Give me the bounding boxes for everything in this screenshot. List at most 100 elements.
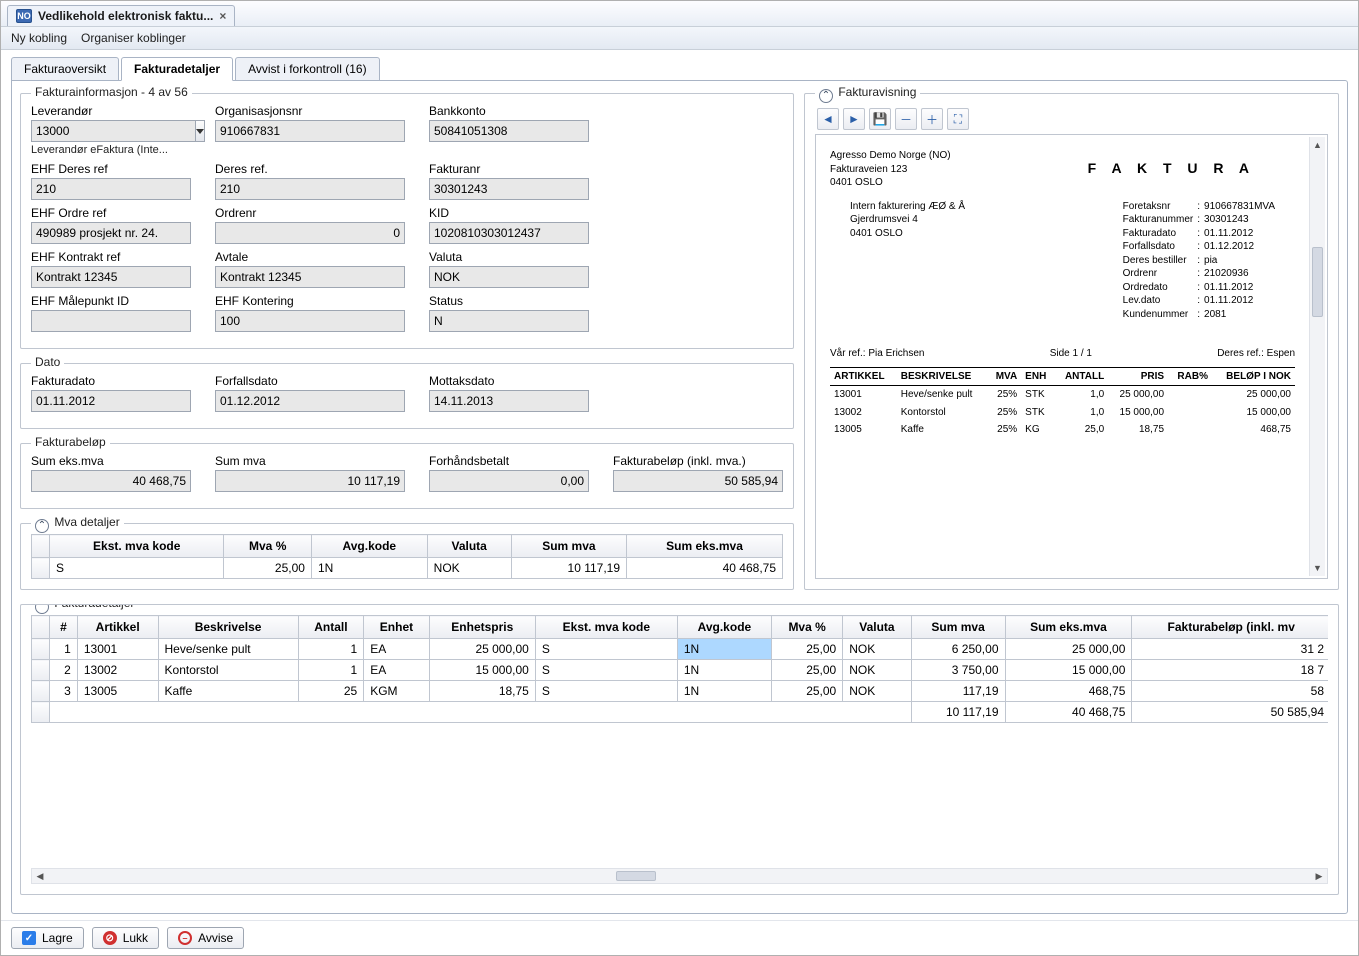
ehf-kontrakt-ref-input[interactable] <box>31 266 191 288</box>
close-button[interactable]: ⊘ Lukk <box>92 927 159 949</box>
col-artikkel[interactable]: Artikkel <box>77 616 158 639</box>
leverandor-dropdown-button[interactable] <box>196 120 205 142</box>
country-badge-icon: NO <box>16 9 32 23</box>
viewer-fullscreen-icon[interactable]: ⛶ <box>947 108 969 130</box>
mva-table[interactable]: Ekst. mva kode Mva % Avg.kode Valuta Sum… <box>31 534 783 579</box>
forhand-input[interactable] <box>429 470 589 492</box>
menu-new-link[interactable]: Ny kobling <box>11 31 67 45</box>
status-input[interactable] <box>429 310 589 332</box>
col-enhetspris[interactable]: Enhetspris <box>429 616 535 639</box>
group-legend: Fakturabeløp <box>31 435 110 449</box>
viewer-scrollbar[interactable]: ▲ ▼ <box>1309 137 1325 576</box>
collapse-toggle-icon[interactable]: ⌃ <box>35 519 49 533</box>
reject-button[interactable]: – Avvise <box>167 927 244 949</box>
leverandor-input[interactable] <box>31 120 196 142</box>
mottaksdato-input[interactable] <box>429 390 589 412</box>
close-icon[interactable]: × <box>219 9 226 23</box>
top-split: Fakturainformasjon - 4 av 56 Leverandør … <box>20 89 1339 600</box>
detaljer-footer-row: 10 117,19 40 468,75 50 585,94 <box>32 702 1329 723</box>
group-fakturadetaljer-grid: ⌃ Fakturadetaljer # Artikkel Beskrivelse… <box>20 604 1339 895</box>
table-row[interactable]: 113001Heve/senke pult 1EA25 000,00 S1N25… <box>32 639 1329 660</box>
viewer-body[interactable]: Agresso Demo Norge (NO) Fakturaveien 123… <box>815 134 1328 579</box>
inv-recipient2: Gjerdrumsvei 4 <box>850 213 965 227</box>
label-orgnr: Organisasjonsnr <box>215 104 405 118</box>
col-sum-eks[interactable]: Sum eks.mva <box>627 535 783 558</box>
scroll-thumb[interactable] <box>1312 247 1323 317</box>
table-row[interactable]: 213002Kontorstol 1EA15 000,00 S1N25,00 N… <box>32 660 1329 681</box>
check-icon: ✓ <box>22 931 36 945</box>
col-mva-pct[interactable]: Mva % <box>224 535 312 558</box>
forfallsdato-input[interactable] <box>215 390 405 412</box>
group-fakturainformasjon: Fakturainformasjon - 4 av 56 Leverandør … <box>20 93 794 349</box>
table-row[interactable]: S25,001N NOK10 117,1940 468,75 <box>32 558 783 579</box>
col-valuta[interactable]: Valuta <box>843 616 911 639</box>
col-beskrivelse[interactable]: Beskrivelse <box>158 616 298 639</box>
tab-fakturaoversikt[interactable]: Fakturaoversikt <box>11 57 119 81</box>
scroll-up-icon[interactable]: ▲ <box>1310 137 1325 153</box>
group-dato: Dato Fakturadato Forfallsdato Mottaksdat… <box>20 363 794 429</box>
ehf-deres-ref-input[interactable] <box>31 178 191 200</box>
viewer-zoom-in-icon[interactable]: ＋ <box>921 108 943 130</box>
col-summva[interactable]: Sum mva <box>911 616 1005 639</box>
fakturanr-input[interactable] <box>429 178 589 200</box>
tab-avvist[interactable]: Avvist i forkontroll (16) <box>235 57 379 81</box>
viewer-save-icon[interactable]: 💾 <box>869 108 891 130</box>
footer-sumeks: 40 468,75 <box>1005 702 1132 723</box>
ehf-kontering-input[interactable] <box>215 310 405 332</box>
viewer-prev-icon[interactable]: ◄ <box>817 108 839 130</box>
group-legend: ⌃ Fakturadetaljer <box>31 604 138 612</box>
hscroll-thumb[interactable] <box>616 871 656 881</box>
col-ekstmva[interactable]: Ekst. mva kode <box>535 616 677 639</box>
label-fakturadato: Fakturadato <box>31 374 191 388</box>
label-ehf-malepunkt: EHF Målepunkt ID <box>31 294 191 308</box>
collapse-toggle-icon[interactable]: ⌃ <box>35 604 49 614</box>
col-sumeks[interactable]: Sum eks.mva <box>1005 616 1132 639</box>
col-avg-kode[interactable]: Avg.kode <box>311 535 427 558</box>
inv-meta-table: Foretaksnr:910667831MVAFakturanummer:303… <box>1123 200 1275 322</box>
inkl-input[interactable] <box>613 470 783 492</box>
col-antall[interactable]: Antall <box>298 616 364 639</box>
tab-fakturadetaljer[interactable]: Fakturadetaljer <box>121 57 233 81</box>
bankkonto-input[interactable] <box>429 120 589 142</box>
menu-bar: Ny kobling Organiser koblinger <box>1 27 1358 50</box>
viewer-zoom-out-icon[interactable]: － <box>895 108 917 130</box>
col-mvapct[interactable]: Mva % <box>772 616 843 639</box>
ehf-malepunkt-input[interactable] <box>31 310 191 332</box>
label-inkl: Fakturabeløp (inkl. mva.) <box>613 454 783 468</box>
inv-recipient1: Intern fakturering ÆØ & Å <box>850 200 965 214</box>
ehf-ordre-ref-input[interactable] <box>31 222 191 244</box>
group-legend: Dato <box>31 355 64 369</box>
table-row[interactable]: 313005Kaffe 25KGM18,75 S1N25,00 NOK117,1… <box>32 681 1329 702</box>
save-label: Lagre <box>42 931 73 945</box>
menu-organize-links[interactable]: Organiser koblinger <box>81 31 186 45</box>
ordrenr-input[interactable] <box>215 222 405 244</box>
sum-eks-input[interactable] <box>31 470 191 492</box>
viewer-next-icon[interactable]: ► <box>843 108 865 130</box>
kid-input[interactable] <box>429 222 589 244</box>
col-avgkode[interactable]: Avg.kode <box>677 616 771 639</box>
col-valuta[interactable]: Valuta <box>427 535 511 558</box>
col-ekst-mva-kode[interactable]: Ekst. mva kode <box>50 535 224 558</box>
label-ehf-ordre-ref: EHF Ordre ref <box>31 206 191 220</box>
horizontal-scrollbar[interactable]: ◀ ▶ <box>31 868 1328 884</box>
window-tab[interactable]: NO Vedlikehold elektronisk faktu... × <box>7 5 235 26</box>
detaljer-table[interactable]: # Artikkel Beskrivelse Antall Enhet Enhe… <box>31 615 1328 723</box>
scroll-left-icon[interactable]: ◀ <box>32 871 48 882</box>
sum-mva-input[interactable] <box>215 470 405 492</box>
group-fakturavisning: ⌃ Fakturavisning ◄ ► 💾 － ＋ ⛶ <box>804 93 1339 590</box>
avtale-input[interactable] <box>215 266 405 288</box>
fakturadato-input[interactable] <box>31 390 191 412</box>
scroll-right-icon[interactable]: ▶ <box>1311 871 1327 882</box>
viewer-legend-text: Fakturavisning <box>838 85 916 99</box>
deres-ref-input[interactable] <box>215 178 405 200</box>
collapse-toggle-icon[interactable]: ⌃ <box>819 89 833 103</box>
col-enhet[interactable]: Enhet <box>364 616 430 639</box>
save-button[interactable]: ✓ Lagre <box>11 927 84 949</box>
col-num[interactable]: # <box>50 616 78 639</box>
orgnr-input[interactable] <box>215 120 405 142</box>
col-inkl[interactable]: Fakturabeløp (inkl. mv <box>1132 616 1328 639</box>
window-tab-bar: NO Vedlikehold elektronisk faktu... × <box>1 1 1358 27</box>
col-sum-mva[interactable]: Sum mva <box>511 535 626 558</box>
valuta-input[interactable] <box>429 266 589 288</box>
scroll-down-icon[interactable]: ▼ <box>1310 560 1325 576</box>
